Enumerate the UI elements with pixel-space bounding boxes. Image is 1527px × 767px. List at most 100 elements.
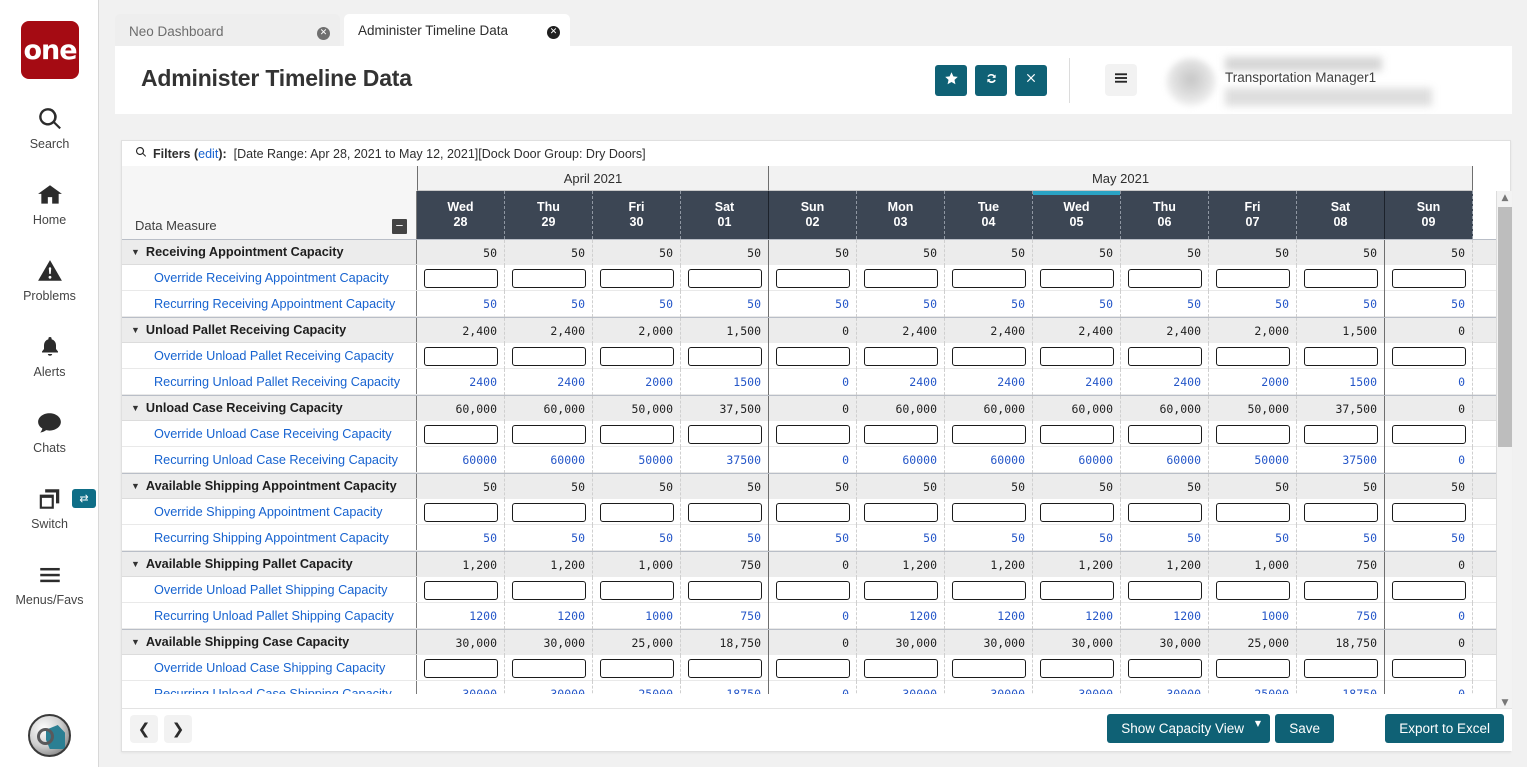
override-value-input[interactable] [1040,581,1114,600]
override-input-cell[interactable] [681,499,769,525]
override-value-input[interactable] [1040,425,1114,444]
caret-down-icon[interactable]: ▼ [131,403,140,413]
override-input-cell[interactable] [1033,577,1121,603]
override-value-input[interactable] [1392,269,1466,288]
override-input-cell[interactable] [1121,577,1209,603]
override-input-cell[interactable] [1121,265,1209,291]
override-input-cell[interactable] [417,265,505,291]
override-input-cell[interactable] [1297,421,1385,447]
override-value-input[interactable] [512,347,586,366]
row-label-link[interactable]: Override Unload Pallet Receiving Capacit… [122,349,394,363]
override-input-cell[interactable] [1209,343,1297,369]
tab-neo-dashboard[interactable]: Neo Dashboard ✕ [115,14,340,48]
override-input-cell[interactable] [593,421,681,447]
caret-down-icon[interactable]: ▼ [131,481,140,491]
ai-assistant-avatar-icon[interactable] [28,714,71,757]
override-input-cell[interactable] [769,577,857,603]
show-capacity-view-button[interactable]: Show Capacity View ▼ [1107,714,1270,743]
vertical-scrollbar[interactable]: ▲ ▼ [1496,191,1512,711]
day-header-cell[interactable]: Thu06 [1121,191,1209,239]
override-input-cell[interactable] [505,265,593,291]
override-input-cell[interactable] [1209,421,1297,447]
filters-edit-link[interactable]: edit [198,147,218,161]
override-value-input[interactable] [512,659,586,678]
override-input-cell[interactable] [681,421,769,447]
override-value-input[interactable] [1216,269,1290,288]
row-label-link[interactable]: Recurring Receiving Appointment Capacity [122,297,395,311]
override-input-cell[interactable] [945,265,1033,291]
caret-down-icon[interactable]: ▼ [131,325,140,335]
row-label-link[interactable]: Recurring Shipping Appointment Capacity [122,531,389,545]
override-input-cell[interactable] [417,421,505,447]
override-value-input[interactable] [952,503,1026,522]
override-input-cell[interactable] [769,343,857,369]
scroll-up-icon[interactable]: ▲ [1497,191,1512,206]
override-value-input[interactable] [1392,503,1466,522]
previous-page-button[interactable]: ❮ [130,715,158,743]
override-input-cell[interactable] [681,343,769,369]
override-value-input[interactable] [776,269,850,288]
rail-item-chats[interactable]: Chats [0,406,99,455]
override-value-input[interactable] [1216,347,1290,366]
override-input-cell[interactable] [1297,655,1385,681]
override-value-input[interactable] [1304,503,1378,522]
override-value-input[interactable] [776,581,850,600]
override-value-input[interactable] [424,425,498,444]
override-input-cell[interactable] [417,655,505,681]
row-label-cell[interactable]: ▼Unload Case Receiving Capacity [122,396,417,420]
override-value-input[interactable] [688,269,762,288]
day-header-cell[interactable]: Wed28 [417,191,505,239]
override-value-input[interactable] [600,659,674,678]
override-input-cell[interactable] [1385,499,1473,525]
override-value-input[interactable] [600,503,674,522]
row-label-link[interactable]: Recurring Unload Pallet Receiving Capaci… [122,375,400,389]
override-value-input[interactable] [424,581,498,600]
override-value-input[interactable] [864,659,938,678]
override-value-input[interactable] [688,425,762,444]
override-input-cell[interactable] [505,577,593,603]
day-header-cell[interactable]: Sun09 [1385,191,1473,239]
override-input-cell[interactable] [1033,499,1121,525]
override-input-cell[interactable] [1033,343,1121,369]
override-input-cell[interactable] [593,265,681,291]
override-value-input[interactable] [512,425,586,444]
override-value-input[interactable] [864,269,938,288]
row-label-cell[interactable]: ▼Available Shipping Pallet Capacity [122,552,417,576]
row-label-link[interactable]: Override Unload Case Receiving Capacity [122,427,392,441]
override-input-cell[interactable] [593,655,681,681]
override-value-input[interactable] [1040,503,1114,522]
override-value-input[interactable] [512,269,586,288]
override-value-input[interactable] [600,347,674,366]
override-value-input[interactable] [1304,581,1378,600]
close-button[interactable] [1015,65,1047,96]
override-value-input[interactable] [1128,659,1202,678]
vertical-scroll-thumb[interactable] [1498,207,1512,447]
day-header-cell[interactable]: Thu29 [505,191,593,239]
favorite-button[interactable] [935,65,967,96]
override-input-cell[interactable] [1033,421,1121,447]
override-value-input[interactable] [864,425,938,444]
override-input-cell[interactable] [857,343,945,369]
override-value-input[interactable] [864,581,938,600]
override-value-input[interactable] [776,659,850,678]
override-input-cell[interactable] [857,655,945,681]
row-label-cell[interactable]: ▼Available Shipping Case Capacity [122,630,417,654]
override-input-cell[interactable] [945,499,1033,525]
day-header-cell[interactable]: Fri07 [1209,191,1297,239]
override-input-cell[interactable] [945,343,1033,369]
rail-item-problems[interactable]: Problems [0,254,99,303]
override-value-input[interactable] [600,269,674,288]
override-value-input[interactable] [952,581,1026,600]
save-button[interactable]: Save [1275,714,1334,743]
override-input-cell[interactable] [1385,577,1473,603]
override-input-cell[interactable] [857,421,945,447]
override-input-cell[interactable] [1385,421,1473,447]
override-input-cell[interactable] [769,655,857,681]
override-input-cell[interactable] [593,577,681,603]
override-value-input[interactable] [1128,269,1202,288]
override-input-cell[interactable] [1297,499,1385,525]
override-input-cell[interactable] [1209,265,1297,291]
row-label-cell[interactable]: ▼Unload Pallet Receiving Capacity [122,318,417,342]
override-value-input[interactable] [1040,269,1114,288]
caret-down-icon[interactable]: ▼ [131,637,140,647]
